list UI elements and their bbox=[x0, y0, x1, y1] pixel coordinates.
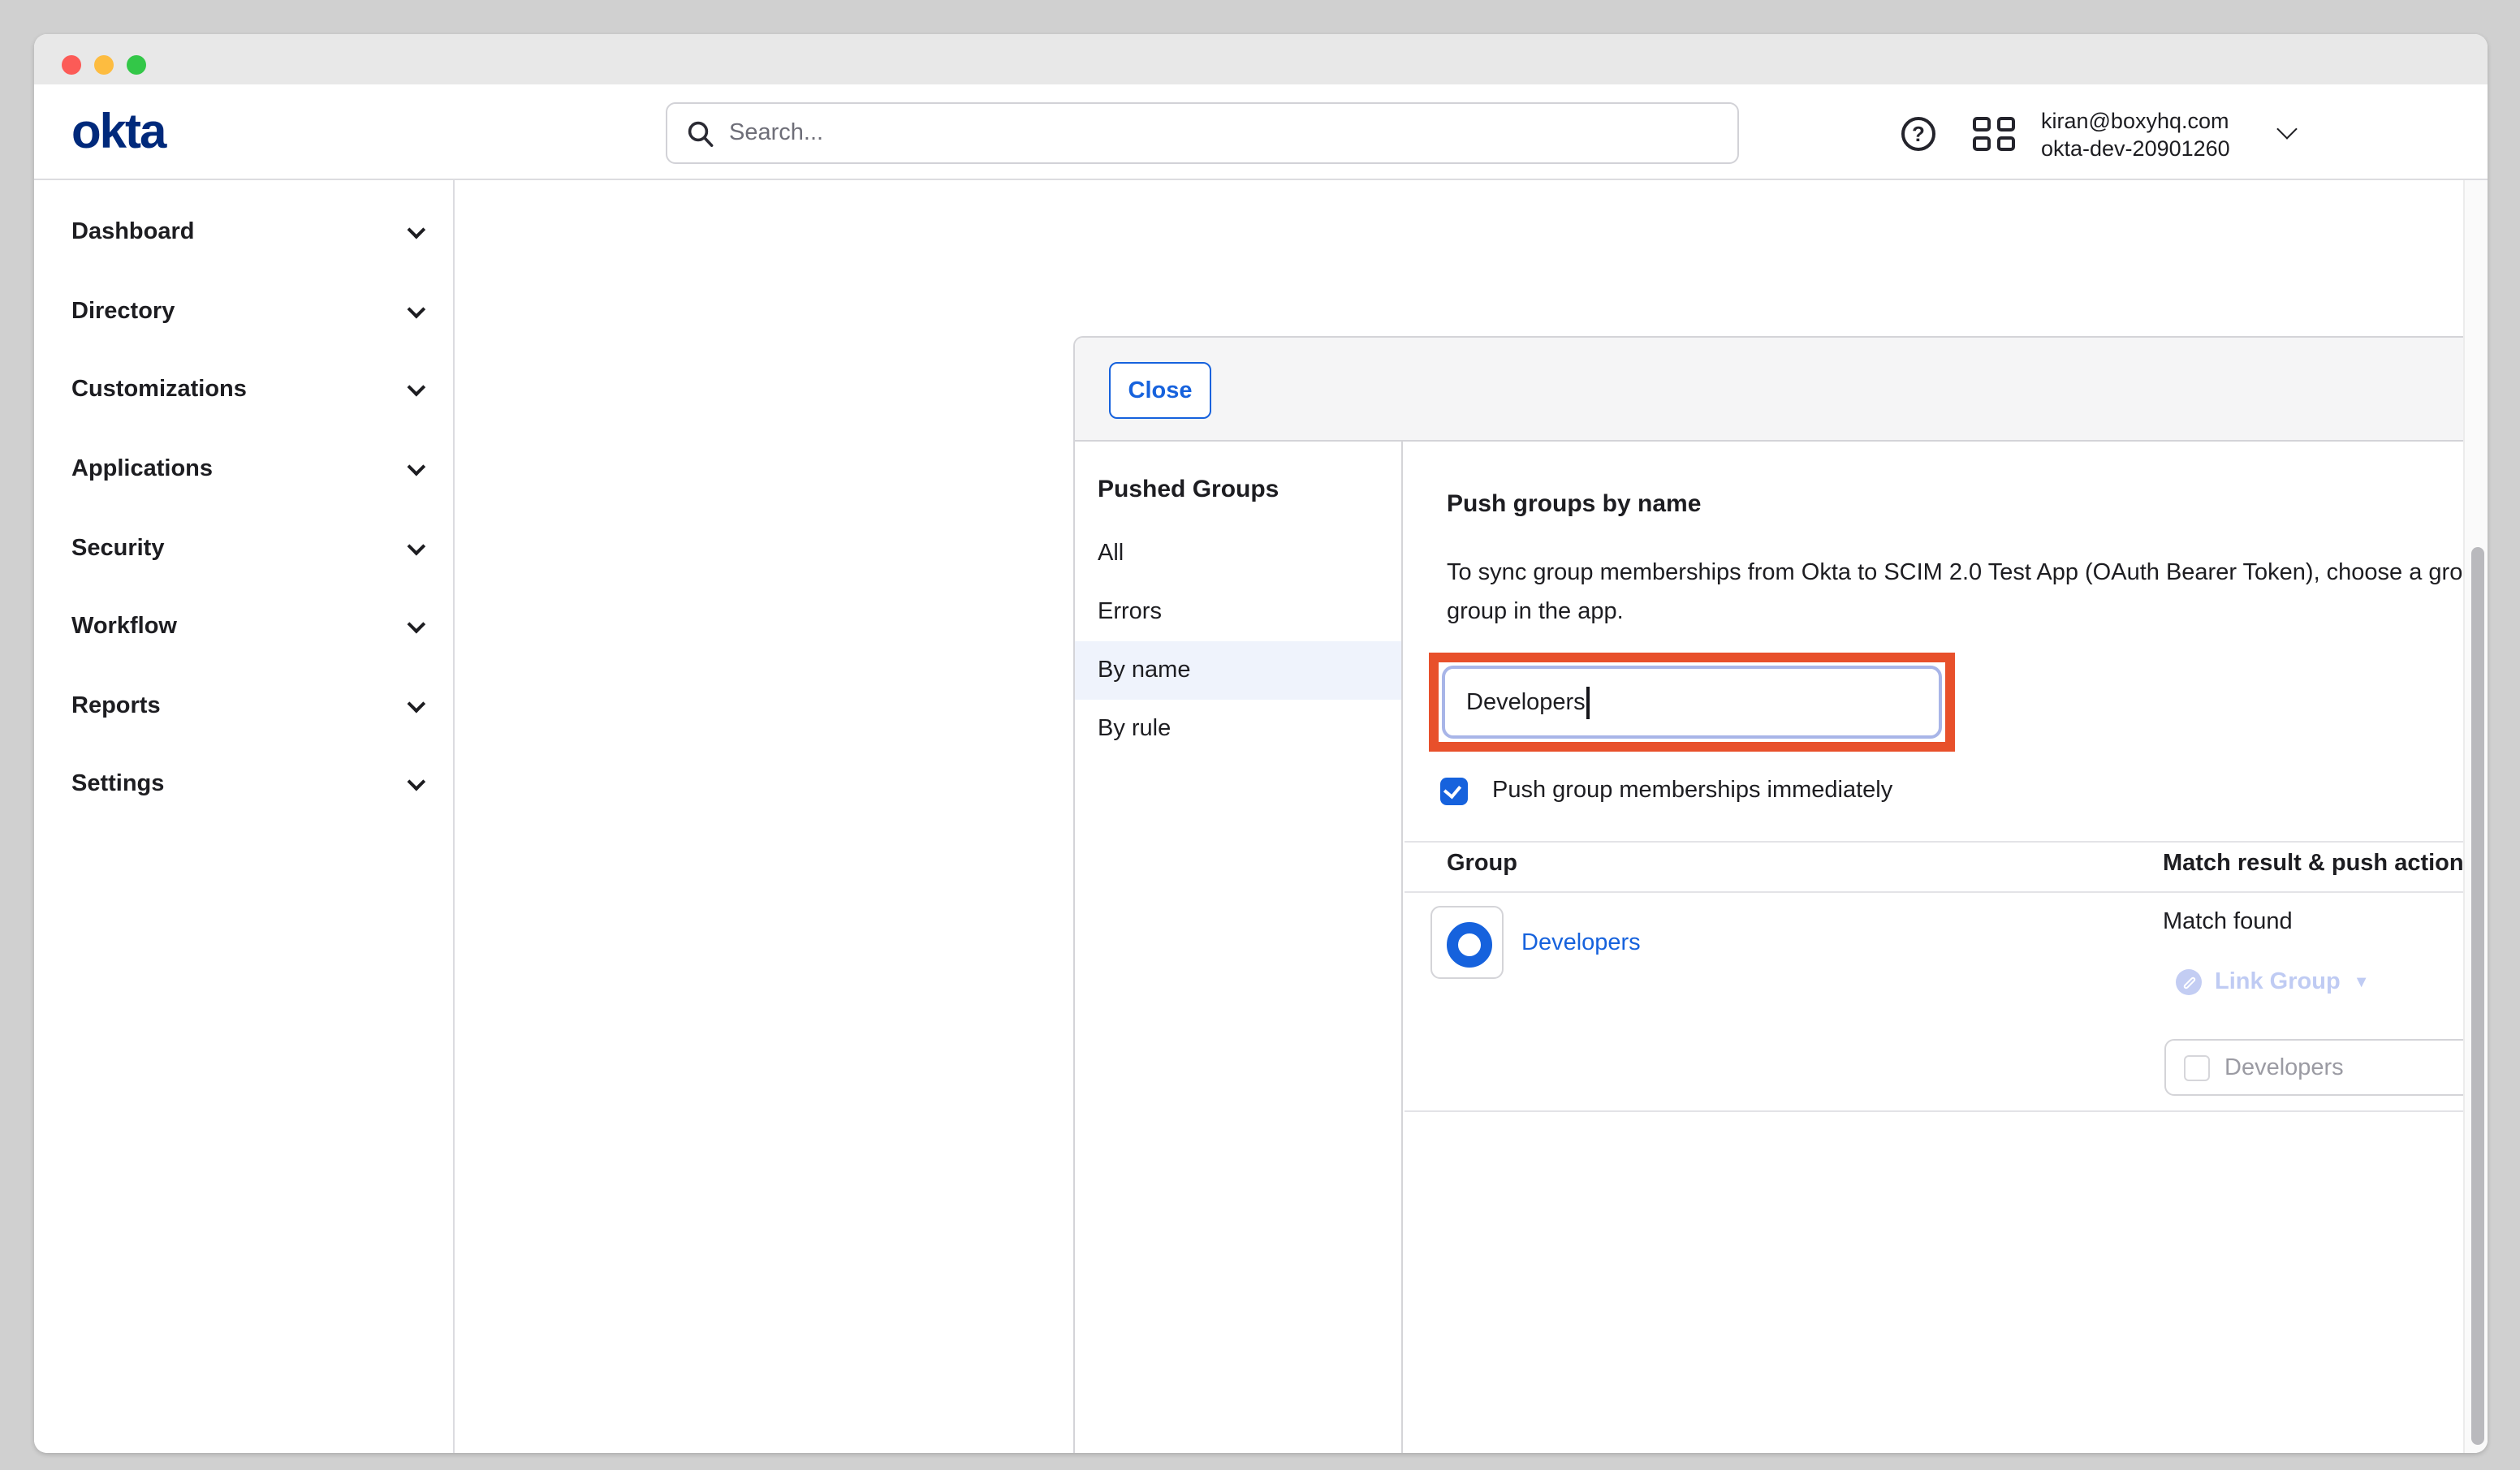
nav-item-by-name[interactable]: By name bbox=[1075, 641, 1401, 700]
screenshot-background: okta ? kiran@boxyhq.com okta-dev-2090126… bbox=[0, 0, 2520, 1470]
group-name-link[interactable]: Developers bbox=[1521, 930, 1641, 956]
chevron-down-icon bbox=[408, 458, 426, 476]
help-icon[interactable]: ? bbox=[1901, 117, 1935, 151]
push-by-name-content: Push groups by name To sync group member… bbox=[1405, 442, 2488, 1453]
close-window-button[interactable] bbox=[62, 54, 81, 74]
push-groups-panel: Close Pushed Groups All Errors By name B… bbox=[1073, 336, 2488, 1453]
description-text: To sync group memberships from Okta to S… bbox=[1447, 554, 2488, 632]
account-org: okta-dev-20901260 bbox=[2041, 135, 2230, 162]
page-title: Push groups by name bbox=[1447, 490, 1701, 518]
push-immediately-checkbox[interactable] bbox=[1440, 778, 1467, 804]
app-group-select[interactable]: Developers ▼ bbox=[2164, 1039, 2488, 1096]
sidebar-item-customizations[interactable]: Customizations bbox=[34, 351, 453, 429]
app-header: okta ? kiran@boxyhq.com okta-dev-2090126… bbox=[34, 84, 2488, 180]
scrollbar-thumb[interactable] bbox=[2470, 547, 2483, 1445]
chevron-down-icon bbox=[408, 221, 426, 239]
main-content: Close Pushed Groups All Errors By name B… bbox=[456, 180, 2463, 1453]
divider bbox=[1405, 1110, 2488, 1112]
sidebar-item-applications[interactable]: Applications bbox=[34, 430, 453, 509]
chevron-down-icon bbox=[408, 537, 426, 555]
sidebar-item-reports[interactable]: Reports bbox=[34, 666, 453, 745]
push-immediately-label: Push group memberships immediately bbox=[1492, 778, 1892, 804]
divider bbox=[1405, 841, 2488, 843]
checkmark-icon bbox=[1443, 780, 1461, 799]
search-icon bbox=[687, 119, 714, 147]
sidebar: Dashboard Directory Customizations Appli… bbox=[34, 180, 455, 1453]
sidebar-item-security[interactable]: Security bbox=[34, 509, 453, 588]
scrollbar-track[interactable] bbox=[2462, 180, 2488, 1453]
pushed-groups-title: Pushed Groups bbox=[1098, 476, 1279, 503]
app-group-value: Developers bbox=[2224, 1054, 2344, 1080]
chevron-down-icon: ▼ bbox=[2354, 973, 2370, 991]
chevron-down-icon bbox=[408, 774, 426, 792]
chevron-down-icon bbox=[2276, 119, 2297, 139]
chevron-down-icon bbox=[408, 695, 426, 713]
okta-logo: okta bbox=[71, 106, 165, 161]
divider bbox=[1405, 891, 2488, 893]
column-header-group: Group bbox=[1447, 851, 1517, 877]
match-status: Match found bbox=[2163, 909, 2293, 935]
account-menu[interactable]: kiran@boxyhq.com okta-dev-20901260 bbox=[2041, 107, 2230, 162]
macos-titlebar bbox=[34, 34, 2488, 84]
group-name-input[interactable]: Developers bbox=[1442, 666, 1942, 739]
sidebar-item-dashboard[interactable]: Dashboard bbox=[34, 193, 453, 272]
group-icon bbox=[1446, 921, 1491, 967]
chevron-down-icon bbox=[408, 615, 426, 634]
search-input[interactable] bbox=[729, 120, 1737, 146]
browser-window: okta ? kiran@boxyhq.com okta-dev-2090126… bbox=[34, 34, 2488, 1453]
sidebar-item-workflow[interactable]: Workflow bbox=[34, 588, 453, 666]
pushed-groups-nav: Pushed Groups All Errors By name By rule bbox=[1075, 442, 1403, 1453]
group-name-input-value: Developers bbox=[1466, 689, 1586, 715]
minimize-window-button[interactable] bbox=[94, 54, 114, 74]
link-group-action[interactable]: Link Group ▼ bbox=[2176, 969, 2370, 995]
nav-item-by-rule[interactable]: By rule bbox=[1075, 700, 1401, 758]
apps-grid-icon[interactable] bbox=[1973, 117, 2018, 151]
close-button[interactable]: Close bbox=[1109, 362, 1211, 419]
link-icon bbox=[2176, 969, 2202, 995]
nav-item-errors[interactable]: Errors bbox=[1075, 583, 1401, 641]
zoom-window-button[interactable] bbox=[127, 54, 146, 74]
account-email: kiran@boxyhq.com bbox=[2041, 107, 2230, 135]
sidebar-item-directory[interactable]: Directory bbox=[34, 272, 453, 351]
link-group-label: Link Group bbox=[2215, 969, 2341, 995]
chevron-down-icon bbox=[408, 300, 426, 319]
app-group-icon-placeholder bbox=[2184, 1054, 2210, 1080]
column-header-match: Match result & push action bbox=[2163, 851, 2464, 877]
global-search[interactable] bbox=[666, 102, 1739, 164]
sidebar-item-settings[interactable]: Settings bbox=[34, 745, 453, 824]
group-avatar bbox=[1430, 906, 1504, 979]
chevron-down-icon bbox=[408, 379, 426, 398]
input-caret bbox=[1587, 686, 1590, 718]
nav-item-all[interactable]: All bbox=[1075, 524, 1401, 583]
panel-header: Close bbox=[1075, 338, 2488, 442]
